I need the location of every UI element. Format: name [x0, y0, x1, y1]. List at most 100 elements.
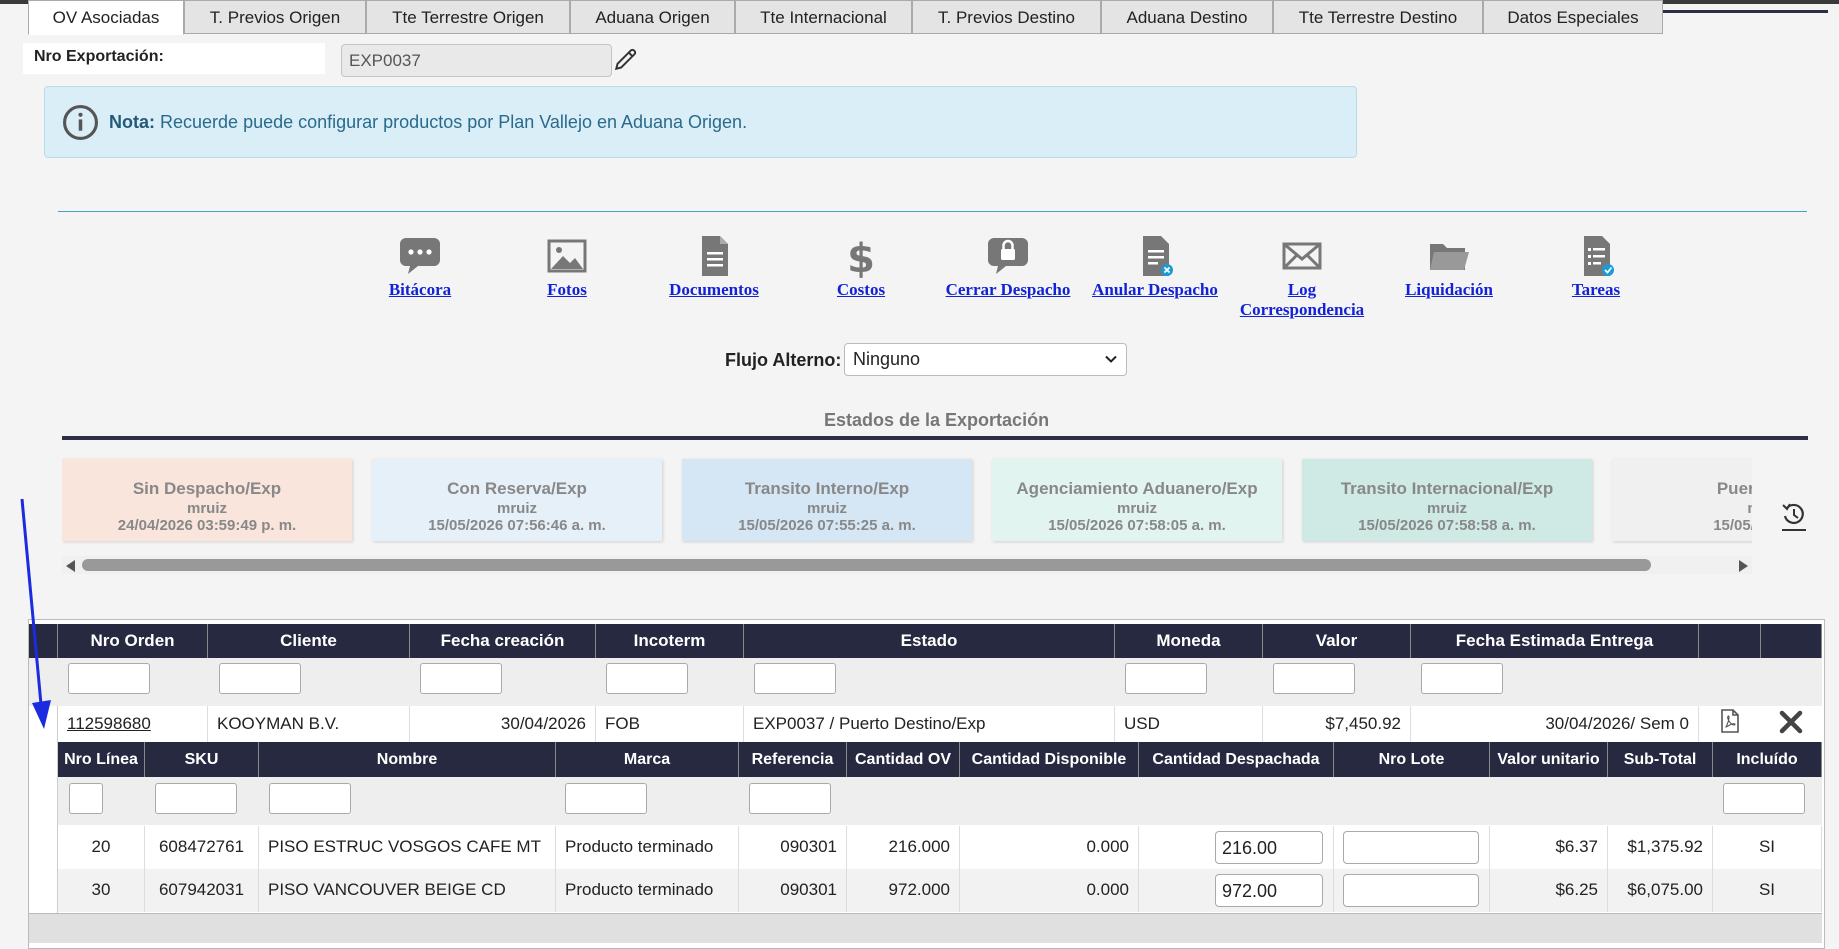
flujo-selected-value: Ninguno	[853, 349, 921, 369]
nro-exportacion-label: Nro Exportación:	[23, 43, 325, 74]
table-footer	[29, 913, 1822, 943]
pdf-icon[interactable]	[1719, 709, 1741, 733]
filter-sku[interactable]	[155, 783, 237, 814]
col-nro-orden[interactable]: Nro Orden	[58, 624, 208, 658]
col-incluido[interactable]: Incluído	[1713, 742, 1822, 777]
filter-valor[interactable]	[1273, 663, 1355, 694]
col-valor-unitario[interactable]: Valor unitario	[1490, 742, 1608, 777]
edit-pencil-icon[interactable]	[613, 46, 639, 72]
filter-incluido[interactable]	[1723, 783, 1805, 814]
toolbar-costos[interactable]: $ Costos	[791, 232, 931, 300]
tab-tte-internacional[interactable]: Tte Internacional	[735, 0, 912, 34]
lines-filter-row	[58, 777, 1822, 825]
tab-tte-terrestre-destino[interactable]: Tte Terrestre Destino	[1273, 0, 1483, 34]
flujo-alterno-select[interactable]: Ninguno	[844, 343, 1127, 376]
orders-filter-row	[29, 658, 1822, 706]
tab-datos-especiales[interactable]: Datos Especiales	[1483, 0, 1663, 34]
toolbar-bitacora[interactable]: Bitácora	[350, 232, 490, 300]
close-icon[interactable]	[1779, 710, 1803, 734]
estado-user: mruiz	[1426, 500, 1467, 517]
filter-fecha-entrega[interactable]	[1421, 663, 1503, 694]
nro-lote-input[interactable]	[1343, 831, 1479, 864]
line-nombre: PISO VANCOUVER BEIGE CD	[259, 869, 556, 912]
tab-t-previos-origen[interactable]: T. Previos Origen	[184, 0, 366, 34]
col-sub-total[interactable]: Sub-Total	[1608, 742, 1713, 777]
tab-aduana-destino[interactable]: Aduana Destino	[1101, 0, 1273, 34]
estado-card: Con Reserva/Exp mruiz 15/05/2026 07:56:4…	[372, 459, 662, 541]
toolbar-label: Anular Despacho	[1092, 280, 1218, 299]
col-referencia[interactable]: Referencia	[739, 742, 847, 777]
estado-card: Sin Despacho/Exp mruiz 24/04/2026 03:59:…	[62, 459, 352, 541]
col-moneda[interactable]: Moneda	[1115, 624, 1263, 658]
estado-user: mruiz	[186, 500, 227, 517]
col-cantidad-disponible[interactable]: Cantidad Disponible	[960, 742, 1139, 777]
tab-ov-asociadas[interactable]: OV Asociadas	[28, 0, 184, 35]
estado-date: 15/05/2026 07:58:58 a. m.	[1358, 517, 1536, 534]
line-nro: 20	[58, 826, 145, 869]
col-cliente[interactable]: Cliente	[208, 624, 410, 658]
estado-date: 15/05/2026 07:55:25 a. m.	[738, 517, 916, 534]
image-icon	[547, 239, 587, 273]
filter-nombre[interactable]	[269, 783, 351, 814]
filter-moneda[interactable]	[1125, 663, 1207, 694]
col-nro-lote[interactable]: Nro Lote	[1334, 742, 1490, 777]
col-sku[interactable]: SKU	[145, 742, 259, 777]
order-nro-orden-link[interactable]: 112598680	[58, 706, 208, 742]
toolbar-label: Fotos	[547, 280, 587, 299]
estado-name: Con Reserva/Exp	[447, 479, 587, 498]
col-cantidad-ov[interactable]: Cantidad OV	[847, 742, 960, 777]
estados-divider	[62, 436, 1808, 440]
estado-card: Transito Interno/Exp mruiz 15/05/2026 07…	[682, 459, 972, 541]
cantidad-despachada-input[interactable]: 972.00	[1215, 874, 1323, 907]
estado-name: Transito Internacional/Exp	[1340, 479, 1554, 498]
filter-nro-linea[interactable]	[69, 783, 103, 814]
filter-cliente[interactable]	[219, 663, 301, 694]
toolbar-cerrar-despacho[interactable]: Cerrar Despacho	[938, 232, 1078, 300]
col-nro-linea[interactable]: Nro Línea	[58, 742, 145, 777]
filter-fecha-creacion[interactable]	[420, 663, 502, 694]
estado-date: 15/05/2026 07:56:46 a. m.	[428, 517, 606, 534]
note-text: Recuerde puede configurar productos por …	[160, 112, 748, 132]
filter-marca[interactable]	[565, 783, 647, 814]
nro-exportacion-input[interactable]: EXP0037	[341, 44, 612, 77]
history-icon[interactable]	[1779, 498, 1809, 532]
scroll-right-arrow[interactable]	[1739, 560, 1748, 572]
filter-nro-orden[interactable]	[68, 663, 150, 694]
folder-icon	[1430, 244, 1469, 270]
toolbar-documentos[interactable]: Documentos	[644, 232, 784, 300]
col-incoterm[interactable]: Incoterm	[596, 624, 744, 658]
toolbar-fotos[interactable]: Fotos	[497, 232, 637, 300]
flujo-alterno-label: Flujo Alterno:	[725, 350, 842, 370]
filter-referencia[interactable]	[749, 783, 831, 814]
toolbar-log-correspondencia[interactable]: Log Correspondencia	[1232, 232, 1372, 320]
order-valor: $7,450.92	[1263, 706, 1411, 742]
line-cantidad-disponible: 0.000	[960, 869, 1139, 912]
col-fecha-creacion[interactable]: Fecha creación	[410, 624, 596, 658]
filter-estado[interactable]	[754, 663, 836, 694]
tab-aduana-origen[interactable]: Aduana Origen	[570, 0, 735, 34]
nro-lote-input[interactable]	[1343, 874, 1479, 907]
lock-icon	[988, 238, 1028, 274]
order-nro-orden[interactable]: 112598680	[67, 714, 151, 733]
toolbar-anular-despacho[interactable]: Anular Despacho	[1085, 232, 1225, 300]
scroll-left-arrow[interactable]	[66, 560, 75, 572]
col-estado[interactable]: Estado	[744, 624, 1115, 658]
estados-scrollbar[interactable]	[62, 556, 1752, 574]
col-fecha-estimada-entrega[interactable]: Fecha Estimada Entrega	[1411, 624, 1699, 658]
col-nombre[interactable]: Nombre	[259, 742, 556, 777]
estados-title: Estados de la Exportación	[824, 410, 1050, 430]
estado-name: Transito Interno/Exp	[744, 479, 910, 498]
filter-incoterm[interactable]	[606, 663, 688, 694]
cantidad-despachada-input[interactable]: 216.00	[1215, 831, 1323, 864]
col-cantidad-despachada[interactable]: Cantidad Despachada	[1139, 742, 1334, 777]
tab-t-previos-destino[interactable]: T. Previos Destino	[912, 0, 1101, 34]
scroll-thumb[interactable]	[82, 559, 1651, 571]
tab-tte-terrestre-origen[interactable]: Tte Terrestre Origen	[366, 0, 570, 34]
toolbar-liquidacion[interactable]: Liquidación	[1379, 232, 1519, 300]
col-valor[interactable]: Valor	[1263, 624, 1411, 658]
order-fecha-creacion: 30/04/2026	[410, 706, 596, 742]
toolbar-tareas[interactable]: Tareas	[1526, 232, 1666, 300]
chevron-down-icon	[1105, 355, 1117, 363]
line-cantidad-ov: 972.000	[847, 869, 960, 912]
col-marca[interactable]: Marca	[556, 742, 739, 777]
